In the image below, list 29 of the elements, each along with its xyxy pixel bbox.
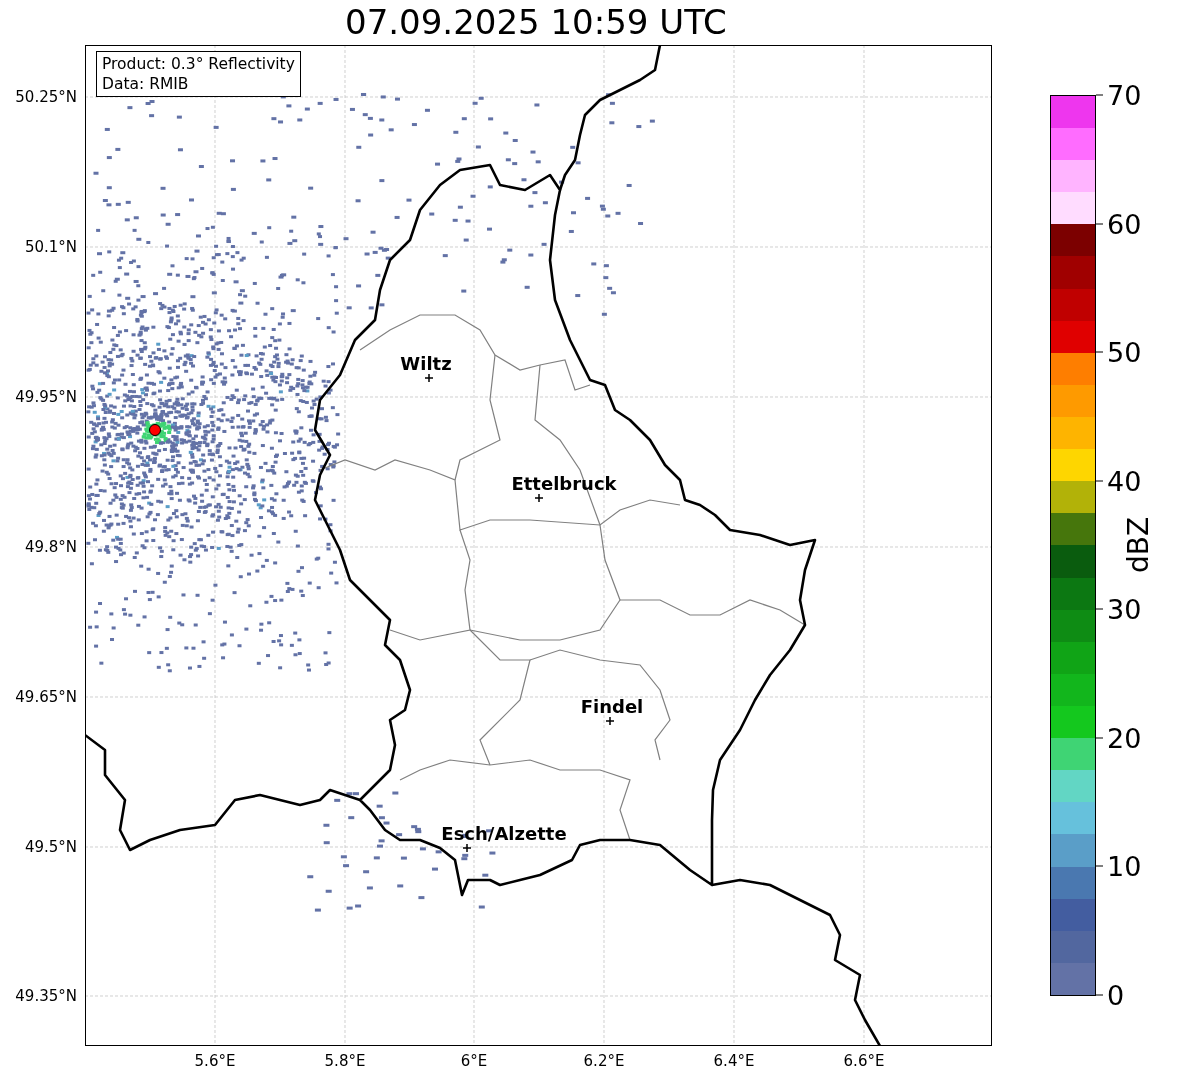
legend-text: Product: 0.3° Reflectivity xyxy=(102,54,295,74)
city-label: Ettelbruck xyxy=(511,472,617,494)
longitude-label: 5.6°E xyxy=(194,1052,236,1070)
chart-title: 07.09.2025 10:59 UTC xyxy=(345,2,727,44)
longitude-label: 6°E xyxy=(460,1052,488,1070)
city-label: Findel xyxy=(580,695,644,717)
colorbar-tick-label: 50 xyxy=(1096,336,1142,368)
latitude-label: 50.1°N xyxy=(24,238,77,256)
colorbar-tick-label: 20 xyxy=(1096,722,1142,754)
colorbar-label: dBZ xyxy=(1121,516,1155,574)
longitude-label: 6.6°E xyxy=(843,1052,885,1070)
latitude-label: 49.8°N xyxy=(24,538,77,556)
city-label: Esch/Alzette xyxy=(441,822,567,844)
colorbar-tick-label: 60 xyxy=(1096,208,1142,240)
latitude-label: 49.35°N xyxy=(15,987,77,1005)
latitude-label: 49.95°N xyxy=(15,388,77,406)
city-label: Wiltz xyxy=(400,352,452,374)
legend-text: Data: RMIB xyxy=(102,74,190,94)
colorbar-tick-label: 10 xyxy=(1096,850,1142,882)
colorbar-tick-label: 0 xyxy=(1096,979,1125,1011)
longitude-label: 6.2°E xyxy=(583,1052,625,1070)
latitude-label: 49.5°N xyxy=(24,838,77,856)
colorbar-tick-label: 70 xyxy=(1096,79,1142,111)
latitude-label: 50.25°N xyxy=(15,88,77,106)
latitude-label: 49.65°N xyxy=(15,688,77,706)
longitude-label: 5.8°E xyxy=(324,1052,366,1070)
colorbar-tick-label: 40 xyxy=(1096,465,1142,497)
longitude-label: 6.4°E xyxy=(713,1052,755,1070)
colorbar-tick-label: 30 xyxy=(1096,593,1142,625)
